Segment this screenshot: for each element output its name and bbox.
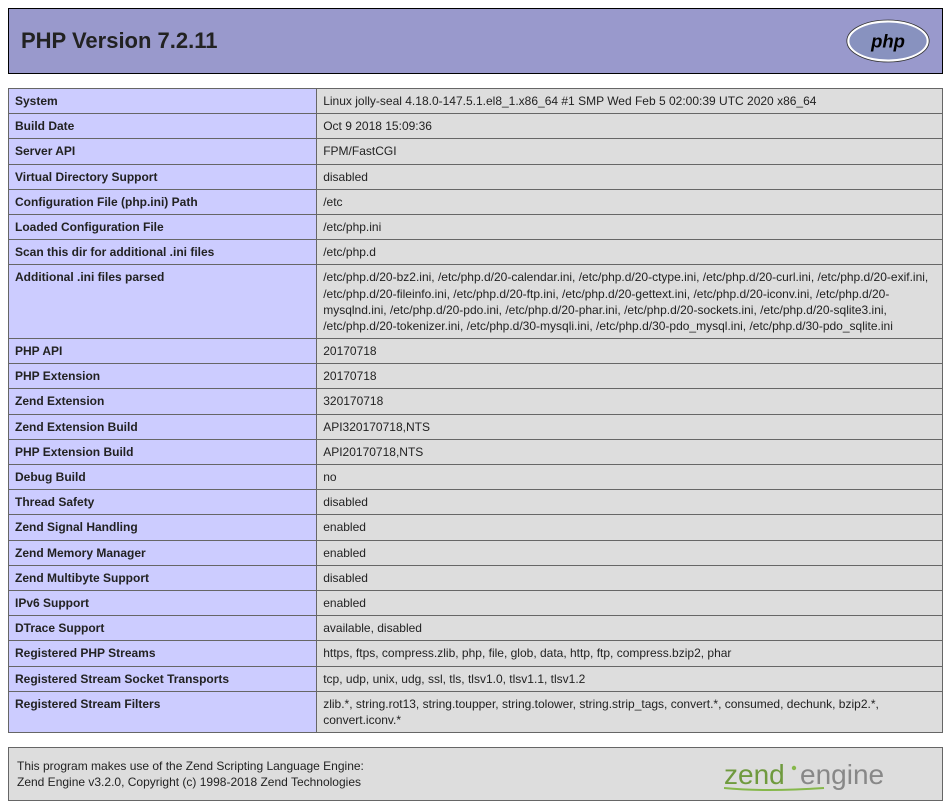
svg-text:engine: engine: [800, 759, 884, 790]
config-key: Zend Memory Manager: [9, 540, 317, 565]
config-key: Build Date: [9, 114, 317, 139]
config-key: Server API: [9, 139, 317, 164]
zend-footer: This program makes use of the Zend Scrip…: [8, 747, 943, 801]
config-key: Registered PHP Streams: [9, 641, 317, 666]
php-version-title: PHP Version 7.2.11: [21, 28, 218, 54]
config-value: /etc: [317, 189, 943, 214]
table-row: SystemLinux jolly-seal 4.18.0-147.5.1.el…: [9, 89, 943, 114]
config-key: PHP Extension: [9, 364, 317, 389]
config-value: tcp, udp, unix, udg, ssl, tls, tlsv1.0, …: [317, 666, 943, 691]
config-value: 20170718: [317, 339, 943, 364]
config-key: Thread Safety: [9, 490, 317, 515]
table-row: Server APIFPM/FastCGI: [9, 139, 943, 164]
config-value: Linux jolly-seal 4.18.0-147.5.1.el8_1.x8…: [317, 89, 943, 114]
config-value: /etc/php.d: [317, 240, 943, 265]
config-key: Registered Stream Socket Transports: [9, 666, 317, 691]
config-key: PHP Extension Build: [9, 439, 317, 464]
config-value: disabled: [317, 490, 943, 515]
config-key: Registered Stream Filters: [9, 691, 317, 732]
config-value: /etc/php.ini: [317, 214, 943, 239]
config-key: Configuration File (php.ini) Path: [9, 189, 317, 214]
config-value: disabled: [317, 565, 943, 590]
table-row: PHP Extension20170718: [9, 364, 943, 389]
config-value: disabled: [317, 164, 943, 189]
table-row: Zend Signal Handlingenabled: [9, 515, 943, 540]
svg-text:php: php: [870, 31, 905, 52]
table-row: Zend Multibyte Supportdisabled: [9, 565, 943, 590]
zend-footer-line1: This program makes use of the Zend Scrip…: [17, 759, 364, 773]
config-value: https, ftps, compress.zlib, php, file, g…: [317, 641, 943, 666]
svg-text:zend: zend: [724, 759, 785, 790]
table-row: Registered Stream Socket Transportstcp, …: [9, 666, 943, 691]
table-row: Build DateOct 9 2018 15:09:36: [9, 114, 943, 139]
config-key: DTrace Support: [9, 616, 317, 641]
config-key: Zend Signal Handling: [9, 515, 317, 540]
table-row: Debug Buildno: [9, 465, 943, 490]
table-row: Virtual Directory Supportdisabled: [9, 164, 943, 189]
zend-footer-text: This program makes use of the Zend Scrip…: [17, 758, 364, 790]
config-key: Zend Extension: [9, 389, 317, 414]
config-value: zlib.*, string.rot13, string.toupper, st…: [317, 691, 943, 732]
config-key: Zend Extension Build: [9, 414, 317, 439]
config-key: Zend Multibyte Support: [9, 565, 317, 590]
table-row: Zend Extension320170718: [9, 389, 943, 414]
table-row: IPv6 Supportenabled: [9, 590, 943, 615]
table-row: Loaded Configuration File/etc/php.ini: [9, 214, 943, 239]
table-row: PHP API20170718: [9, 339, 943, 364]
config-key: Virtual Directory Support: [9, 164, 317, 189]
table-row: Registered PHP Streamshttps, ftps, compr…: [9, 641, 943, 666]
table-row: Registered Stream Filterszlib.*, string.…: [9, 691, 943, 732]
phpinfo-table: SystemLinux jolly-seal 4.18.0-147.5.1.el…: [8, 88, 943, 733]
config-value: FPM/FastCGI: [317, 139, 943, 164]
zend-engine-logo-icon: zend engine: [724, 754, 934, 794]
config-value: no: [317, 465, 943, 490]
config-key: Loaded Configuration File: [9, 214, 317, 239]
config-key: System: [9, 89, 317, 114]
config-value: enabled: [317, 540, 943, 565]
config-value: Oct 9 2018 15:09:36: [317, 114, 943, 139]
php-logo-icon: php: [846, 19, 930, 63]
config-key: PHP API: [9, 339, 317, 364]
config-value: available, disabled: [317, 616, 943, 641]
config-value: API320170718,NTS: [317, 414, 943, 439]
table-row: Configuration File (php.ini) Path/etc: [9, 189, 943, 214]
config-value: 320170718: [317, 389, 943, 414]
table-row: Zend Memory Managerenabled: [9, 540, 943, 565]
config-key: IPv6 Support: [9, 590, 317, 615]
config-value: 20170718: [317, 364, 943, 389]
config-value: enabled: [317, 590, 943, 615]
table-row: Thread Safetydisabled: [9, 490, 943, 515]
table-row: Additional .ini files parsed/etc/php.d/2…: [9, 265, 943, 339]
table-row: Zend Extension BuildAPI320170718,NTS: [9, 414, 943, 439]
config-value: enabled: [317, 515, 943, 540]
config-value: API20170718,NTS: [317, 439, 943, 464]
config-key: Debug Build: [9, 465, 317, 490]
table-row: DTrace Supportavailable, disabled: [9, 616, 943, 641]
config-key: Scan this dir for additional .ini files: [9, 240, 317, 265]
table-row: Scan this dir for additional .ini files/…: [9, 240, 943, 265]
zend-footer-line2: Zend Engine v3.2.0, Copyright (c) 1998-2…: [17, 775, 361, 789]
config-key: Additional .ini files parsed: [9, 265, 317, 339]
config-value: /etc/php.d/20-bz2.ini, /etc/php.d/20-cal…: [317, 265, 943, 339]
table-row: PHP Extension BuildAPI20170718,NTS: [9, 439, 943, 464]
phpinfo-header: PHP Version 7.2.11 php: [8, 8, 943, 74]
